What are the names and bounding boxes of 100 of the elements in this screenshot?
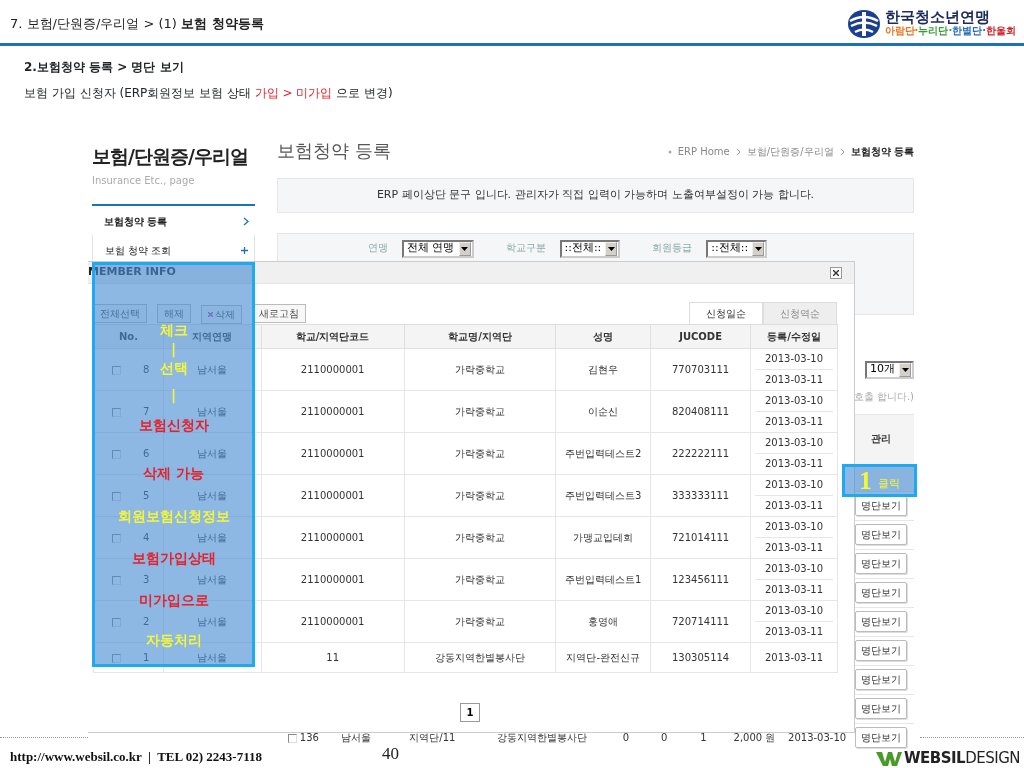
table-cell: 0 (661, 732, 668, 744)
filter-select[interactable]: ::전체:: (559, 239, 621, 258)
contact-text: http://www.websil.co.kr | TEL 02) 2243-7118 (10, 747, 262, 766)
checkbox[interactable] (112, 365, 121, 375)
table-cell: 남서울 (197, 448, 228, 459)
table-cell: 가락중학교 (454, 616, 505, 627)
view-list-button[interactable]: 명단보기 (854, 553, 907, 574)
table-cell: 지역단/11 (409, 732, 456, 744)
table-cell: 2013-03-11 (764, 542, 824, 553)
callout-text: 자동처리 (145, 632, 202, 649)
notice-text: ERP 페이상단 문구 입니다. 관리자가 직접 입력이 가능하며 노출여부설정이 가능 합니다. (277, 178, 914, 213)
view-list-button[interactable]: 명단보기 (854, 698, 907, 719)
table-cell: 11 (326, 652, 340, 663)
table-cell: 130305114 (671, 652, 730, 663)
view-list-button[interactable]: 명단보기 (854, 582, 907, 603)
close-button[interactable] (830, 266, 842, 279)
checkbox[interactable] (112, 653, 121, 663)
table-cell: 남서울 (197, 652, 228, 663)
breadcrumb-link[interactable]: 보험청약 등록 (850, 144, 914, 159)
table-cell: 가락중학교 (454, 574, 505, 585)
view-list-button[interactable]: 명단보기 (854, 524, 907, 545)
caret-icon (754, 246, 762, 251)
table-cell: 2110000001 (300, 406, 365, 417)
table-cell: 123456111 (671, 574, 730, 585)
callout-text: 선택 (159, 360, 188, 377)
table-cell: 2013-03-10 (764, 353, 824, 364)
table-cell: 남서울 (197, 490, 228, 501)
view-list-button[interactable]: 명단보기 (854, 611, 907, 632)
callout-text: 보험신청자 (138, 417, 209, 434)
checkbox[interactable] (112, 575, 121, 585)
table-cell: 주번입력테스트1 (565, 574, 642, 585)
table-cell: 강동지역한별봉사단 (434, 652, 525, 663)
table-cell: 가맹교입테회 (573, 532, 634, 543)
table-cell: 5 (143, 490, 150, 501)
view-list-button[interactable]: 명단보기 (854, 727, 907, 749)
view-list-button[interactable]: 명단보기 (854, 669, 907, 690)
table-cell: 2110000001 (300, 364, 365, 375)
page-number: 40 (381, 742, 399, 765)
table-cell: 7 (143, 406, 150, 417)
table-cell: 가락중학교 (454, 406, 505, 417)
table-cell: 2013-03-10 (764, 437, 824, 448)
table-cell: 3 (143, 574, 150, 585)
section-title: 보험/단원증/우리얼 (92, 144, 249, 167)
table-cell: 770703111 (671, 364, 730, 375)
table-cell: 남서울 (197, 616, 228, 627)
table-cell: 가락중학교 (454, 364, 505, 375)
table-cell: 2,000 원 (733, 732, 776, 744)
page-button[interactable]: 1 (459, 703, 481, 722)
sidebar-item[interactable]: 보험청약 등록 (92, 205, 255, 235)
note-text: 호출 합니다.) (853, 389, 914, 404)
column-header: JUCODE (650, 324, 751, 349)
table-cell: 2013-03-10 (764, 605, 824, 616)
page-size-select[interactable]: 10개 (865, 360, 914, 379)
filter-label: 회원등급 (652, 240, 693, 255)
step-number: 1 (859, 468, 872, 494)
caret-icon (461, 246, 468, 251)
table-cell: 2013-03-11 (764, 416, 824, 427)
table-cell: 남서울 (340, 732, 371, 744)
table-cell: 2013-03-11 (764, 458, 824, 469)
filter-select[interactable]: ::전체:: (706, 239, 768, 258)
breadcrumb-link[interactable]: 보험/단원증/우리얼 (746, 144, 834, 159)
plus-icon (241, 246, 248, 254)
caret-icon (607, 246, 615, 251)
table-cell: 가락중학교 (454, 448, 505, 459)
toolbar-button[interactable]: 새로고침 (252, 304, 306, 323)
filter-select[interactable]: 전체 연맹 (402, 239, 474, 258)
table-cell: 가락중학교 (454, 532, 505, 543)
table-cell: 2013-03-10 (764, 521, 824, 532)
view-list-button[interactable]: 명단보기 (854, 495, 907, 516)
callout-text: 미가입으로 (138, 592, 209, 609)
table-cell: 6 (143, 448, 150, 459)
callout-text: 클릭 (878, 475, 900, 492)
column-header: 학교명/지역단 (404, 324, 556, 349)
column-header: 등록/수정일 (750, 324, 838, 349)
callout-text: | (170, 341, 177, 358)
checkbox[interactable] (112, 407, 121, 417)
breadcrumb-link[interactable]: ERP Home (677, 144, 730, 159)
table-cell: 주번입력테스트2 (565, 448, 642, 459)
checkbox[interactable] (112, 617, 121, 627)
checkbox[interactable] (112, 533, 121, 543)
table-cell: 1 (143, 652, 150, 663)
view-list-button[interactable]: 명단보기 (854, 640, 907, 661)
checkbox[interactable] (112, 449, 121, 459)
chevron-icon (735, 147, 741, 156)
table-cell: 136 (299, 732, 319, 744)
slide-title: 7. 보험/단원증/우리얼 > (1) 보험 청약등록 (10, 14, 264, 33)
table-cell: 4 (143, 532, 150, 543)
column-header: 성명 (555, 324, 651, 349)
logo-name: 한국청소년연맹 (884, 10, 991, 25)
table-cell: 가락중학교 (454, 490, 505, 501)
brand-name: WEBSILDESIGN (904, 750, 1020, 766)
logo-subtitle: 아람단·누리단·한별단·한울회 (884, 25, 1016, 37)
table-cell: 남서울 (197, 406, 228, 417)
checkbox[interactable] (112, 491, 121, 501)
table-cell: 이순신 (588, 406, 619, 417)
sort-tab[interactable]: 신청일순 (689, 302, 763, 324)
table-cell: 2013-03-10 (788, 732, 847, 744)
table-cell: 2013-03-11 (764, 584, 824, 595)
emblem-icon (846, 8, 881, 39)
table-cell: 주번입력테스트3 (565, 490, 642, 501)
